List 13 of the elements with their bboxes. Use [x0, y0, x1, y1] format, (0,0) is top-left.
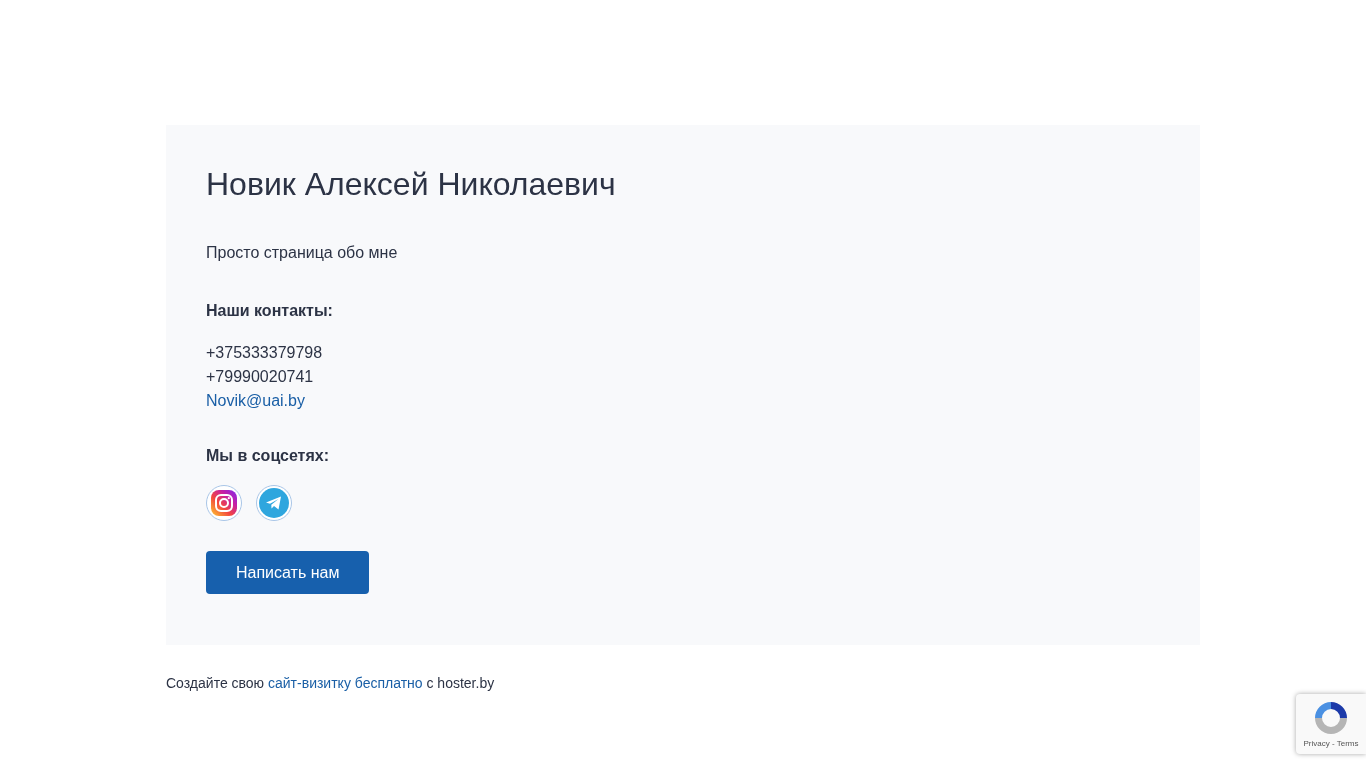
social-heading: Мы в соцсетях: [206, 446, 330, 466]
subtitle: Просто страница обо мне [206, 243, 399, 263]
phone-number: +79990020741 [206, 367, 314, 387]
recaptcha-links[interactable]: Privacy - Terms [1303, 738, 1359, 750]
phone-number: +375333379798 [206, 343, 323, 363]
footer-link[interactable]: сайт-визитку бесплатно [268, 675, 423, 691]
instagram-icon[interactable] [206, 485, 242, 521]
email-link[interactable]: Novik@uai.by [206, 389, 305, 413]
contact-button[interactable]: Написать нам [206, 551, 370, 594]
telegram-icon[interactable] [256, 485, 292, 521]
contacts-heading: Наши контакты: [206, 301, 334, 321]
page-title: Новик Алексей Николаевич [206, 165, 617, 203]
footer-text: Создайте свою сайт-визитку бесплатно с hoster.by [166, 674, 496, 693]
